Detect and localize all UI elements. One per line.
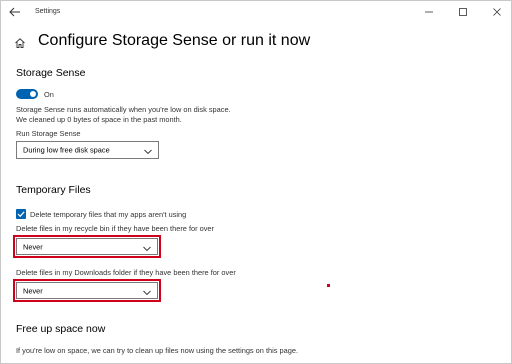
recycle-bin-label: Delete files in my recycle bin if they h… — [16, 224, 215, 233]
run-storage-sense-dropdown[interactable]: During low free disk space — [16, 141, 159, 159]
chevron-down-icon — [143, 288, 151, 295]
temporary-files-heading: Temporary Files — [16, 184, 91, 196]
chevron-down-icon — [143, 244, 151, 251]
downloads-label: Delete files in my Downloads folder if t… — [16, 268, 236, 277]
storage-sense-description-1: Storage Sense runs automatically when yo… — [16, 105, 231, 114]
downloads-value: Never — [23, 286, 43, 295]
recycle-bin-value: Never — [23, 242, 43, 251]
delete-temp-files-label: Delete temporary files that my apps aren… — [30, 210, 187, 219]
run-storage-sense-value: During low free disk space — [23, 145, 110, 155]
recycle-bin-dropdown[interactable]: Never — [16, 238, 158, 255]
chevron-down-icon — [144, 148, 152, 155]
storage-sense-toggle[interactable] — [16, 89, 38, 99]
app-title: Settings — [35, 8, 61, 15]
back-arrow-icon[interactable] — [7, 4, 23, 20]
home-icon[interactable] — [14, 36, 26, 48]
delete-temp-files-checkbox[interactable] — [16, 209, 26, 219]
run-storage-sense-label: Run Storage Sense — [16, 129, 81, 138]
free-up-space-description: If you're low on space, we can try to cl… — [16, 346, 299, 355]
storage-sense-heading: Storage Sense — [16, 67, 86, 79]
annotation-dot — [327, 284, 330, 287]
maximize-icon[interactable] — [455, 4, 471, 20]
close-icon[interactable] — [489, 4, 505, 20]
minimize-icon[interactable] — [421, 4, 437, 20]
toggle-state-label: On — [44, 90, 54, 99]
storage-sense-description-2: We cleaned up 0 bytes of space in the pa… — [16, 115, 182, 124]
title-bar: Settings — [0, 0, 512, 26]
page-title: Configure Storage Sense or run it now — [38, 32, 311, 49]
free-up-space-heading: Free up space now — [16, 323, 106, 335]
settings-window — [0, 0, 512, 364]
downloads-dropdown[interactable]: Never — [16, 282, 158, 299]
